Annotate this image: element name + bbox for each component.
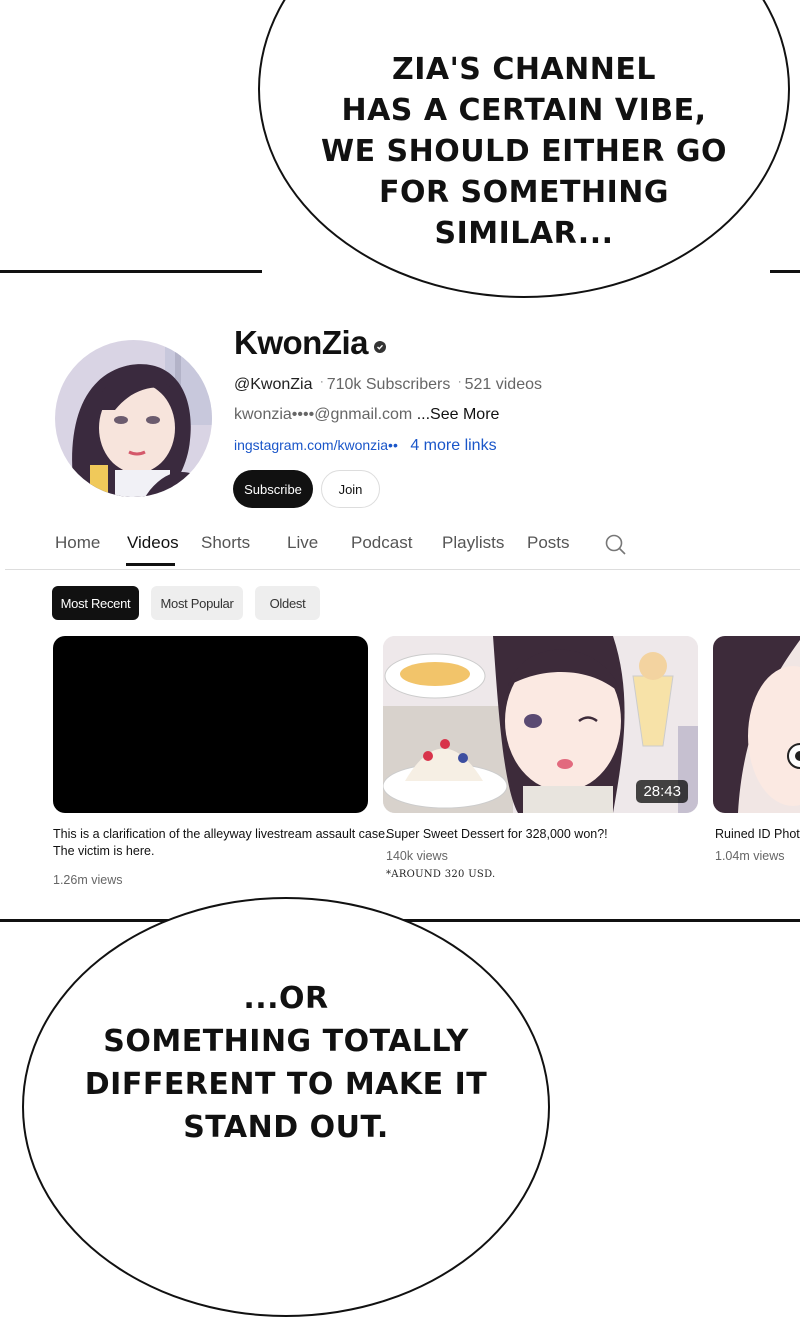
verified-check-icon <box>374 341 386 353</box>
tab-home[interactable]: Home <box>55 533 100 553</box>
video-title[interactable]: This is a clarification of the alleyway … <box>53 826 389 860</box>
join-button[interactable]: Join <box>321 470 380 508</box>
channel-email: kwonzia••••@gnmail.com <box>234 406 413 423</box>
video-count: 521 videos <box>464 376 542 393</box>
channel-description: kwonzia••••@gnmail.com ...See More <box>234 406 499 424</box>
video-thumbnail[interactable] <box>53 636 368 813</box>
translator-footnote: *AROUND 320 USD. <box>386 869 496 880</box>
filter-most-popular[interactable]: Most Popular <box>151 586 243 620</box>
subscribe-button[interactable]: Subscribe <box>233 470 313 508</box>
panel-border-top-right <box>770 270 800 273</box>
subscriber-count: 710k Subscribers <box>326 376 451 393</box>
speech-bubble-top: ZIA'S CHANNEL HAS A CERTAIN VIBE, WE SHO… <box>258 0 790 298</box>
video-title[interactable]: Ruined ID Photo <box>715 826 800 843</box>
speech-text-bottom: ...OR SOMETHING TOTALLY DIFFERENT TO MAK… <box>84 981 488 1145</box>
active-tab-indicator <box>126 563 175 566</box>
video-title[interactable]: Super Sweet Dessert for 328,000 won?! <box>386 826 608 843</box>
speech-text-top: ZIA'S CHANNEL HAS A CERTAIN VIBE, WE SHO… <box>321 52 727 251</box>
video-thumbnail[interactable]: 28:43 <box>383 636 698 813</box>
more-links[interactable]: 4 more links <box>410 437 496 454</box>
video-views: 1.26m views <box>53 873 123 887</box>
video-thumbnail[interactable] <box>713 636 800 813</box>
channel-name-text: KwonZia <box>234 324 369 361</box>
speech-bubble-bottom: ...OR SOMETHING TOTALLY DIFFERENT TO MAK… <box>22 897 550 1317</box>
panel-border-top <box>0 270 262 273</box>
channel-avatar[interactable] <box>55 340 212 497</box>
tab-live[interactable]: Live <box>287 533 318 553</box>
search-icon[interactable] <box>604 533 628 557</box>
channel-stats: @KwonZia · 710k Subscribers · 521 videos <box>234 376 542 393</box>
tab-podcast[interactable]: Podcast <box>351 533 412 553</box>
video-views: 1.04m views <box>715 849 785 863</box>
tab-videos[interactable]: Videos <box>127 533 179 553</box>
tab-posts[interactable]: Posts <box>527 533 570 553</box>
channel-links: ingstagram.com/kwonzia•• 4 more links <box>234 437 497 455</box>
tab-shorts[interactable]: Shorts <box>201 533 250 553</box>
channel-name: KwonZia <box>234 324 386 362</box>
filter-most-recent[interactable]: Most Recent <box>52 586 139 620</box>
instagram-link[interactable]: ingstagram.com/kwonzia•• <box>234 437 398 453</box>
see-more-link[interactable]: ...See More <box>417 406 500 423</box>
filter-oldest[interactable]: Oldest <box>255 586 320 620</box>
video-views: 140k views <box>386 849 448 863</box>
tab-playlists[interactable]: Playlists <box>442 533 504 553</box>
tabs-divider <box>5 569 800 570</box>
channel-handle: @KwonZia <box>234 376 313 393</box>
video-duration: 28:43 <box>636 780 688 803</box>
